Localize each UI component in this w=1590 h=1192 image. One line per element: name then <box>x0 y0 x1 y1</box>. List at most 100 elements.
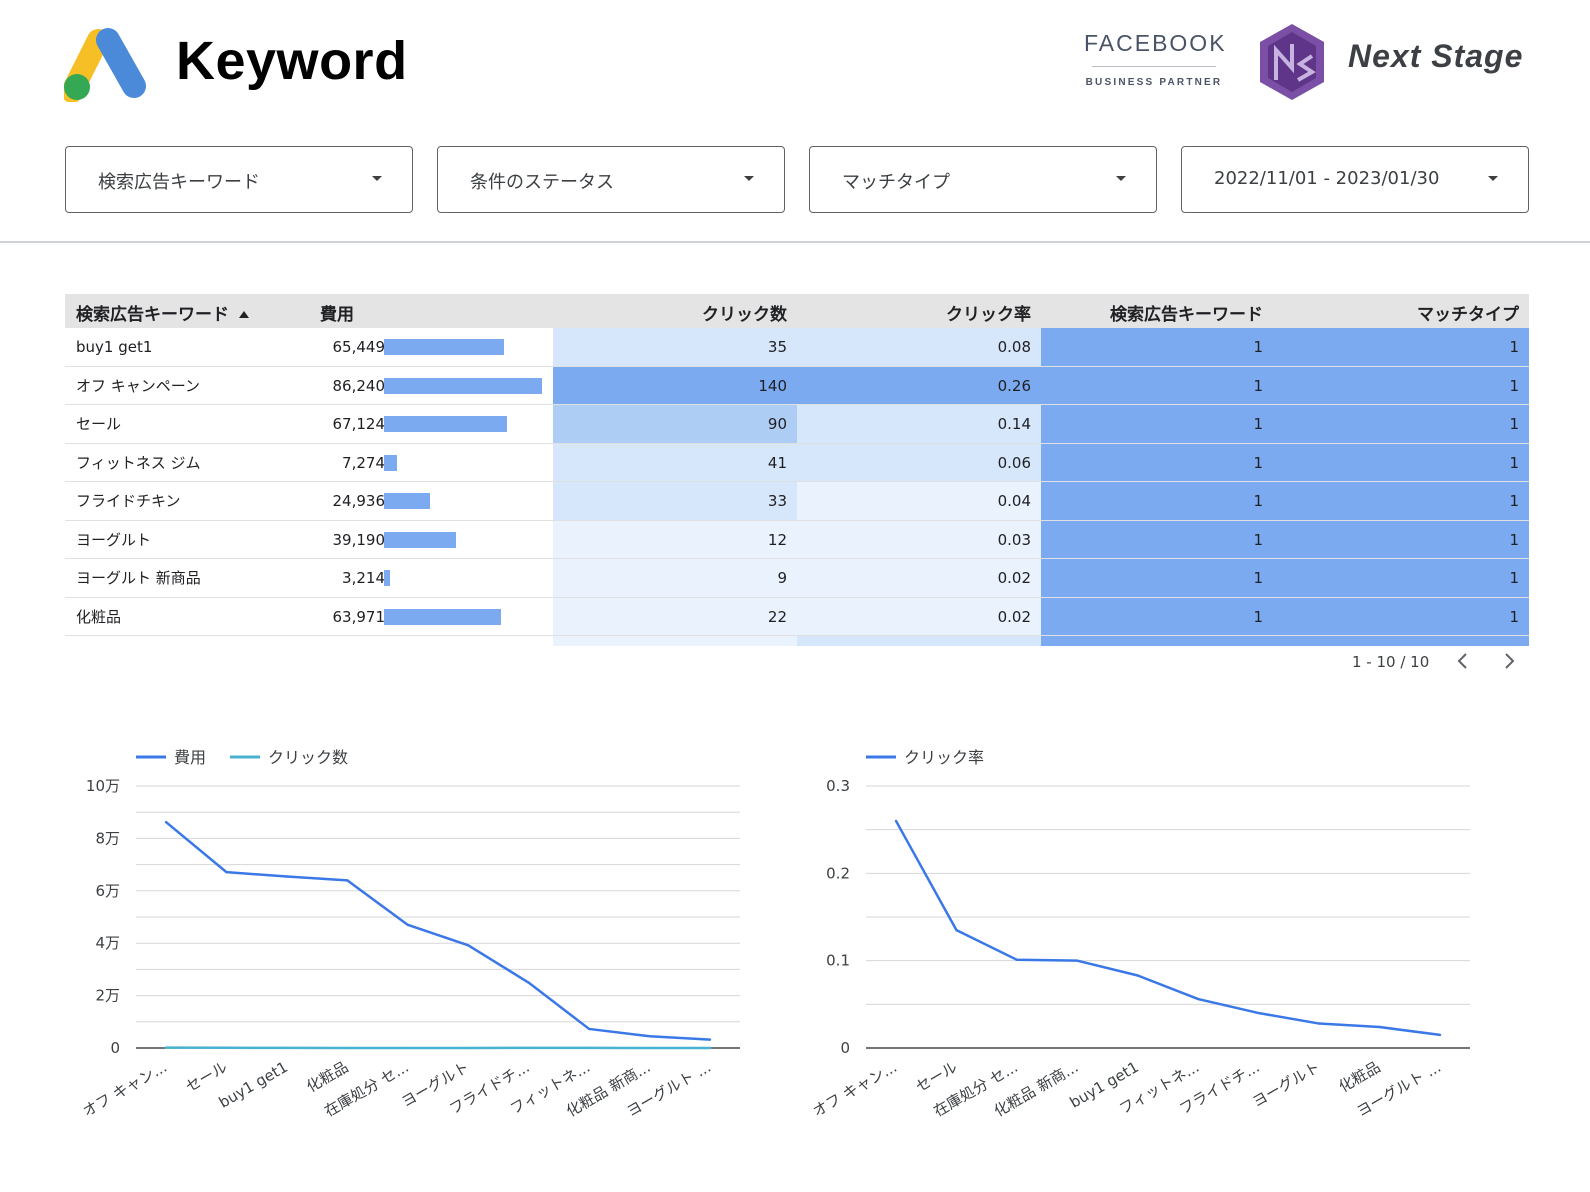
data-point[interactable] <box>708 1046 712 1050</box>
series-line[interactable] <box>894 820 1441 1037</box>
keyword-filter-label: 検索広告キーワード <box>98 172 260 193</box>
column-header-cost[interactable]: 費用 <box>320 300 354 325</box>
data-point[interactable] <box>1076 959 1079 962</box>
data-point[interactable] <box>406 923 409 927</box>
data-point[interactable] <box>527 1046 530 1050</box>
y-tick-label: 4万 <box>95 934 120 952</box>
match-type-cell: 1 <box>1285 559 1529 597</box>
ctr-cell: 0.04 <box>797 482 1041 520</box>
data-point[interactable] <box>225 870 228 874</box>
match-type-cell: 1 <box>1285 328 1529 366</box>
keyword-count-cell: 1 <box>1041 482 1285 520</box>
cost-bar <box>384 570 390 586</box>
next-page-icon[interactable] <box>1498 650 1520 672</box>
table-row[interactable]: セール 67,124 90 0.14 1 1 <box>65 405 1529 444</box>
company-name: Next Stage <box>1348 38 1524 74</box>
cost-bar <box>384 339 504 355</box>
keyword-cell: 化粧品 <box>76 607 122 626</box>
legend-label: 費用 <box>174 748 206 767</box>
keyword-count-cell: 1 <box>1041 328 1285 366</box>
cost-bar <box>384 377 542 394</box>
cost-cell: 65,449 <box>332 338 386 356</box>
date-range-picker[interactable]: 2022/11/01 - 2023/01/30 <box>1181 146 1529 213</box>
caret-down-icon <box>744 176 754 181</box>
legend-item[interactable]: クリック数 <box>230 748 348 767</box>
data-point[interactable] <box>467 1046 470 1050</box>
table-row[interactable]: フライドチキン 24,936 33 0.04 1 1 <box>65 482 1529 521</box>
data-point[interactable] <box>1015 958 1019 961</box>
x-tick-label: セール <box>912 1058 960 1096</box>
data-point[interactable] <box>164 820 168 824</box>
data-point[interactable] <box>648 1046 651 1050</box>
y-tick-label: 0 <box>840 1039 850 1057</box>
data-point[interactable] <box>1197 997 1200 1001</box>
match-type-filter-label: マッチタイプ <box>842 172 950 193</box>
table-row[interactable]: ヨーグルト 39,190 12 0.03 1 1 <box>65 520 1529 559</box>
partner-divider <box>1092 66 1216 67</box>
x-tick-label: オフ キャン... <box>80 1058 170 1121</box>
caret-down-icon <box>1488 176 1498 181</box>
data-point[interactable] <box>346 1046 349 1050</box>
keyword-count-cell: 1 <box>1041 520 1285 558</box>
data-point[interactable] <box>285 875 289 878</box>
column-header-clicks[interactable]: クリック数 <box>553 300 797 325</box>
match-type-cell: 1 <box>1285 482 1529 520</box>
keyword-filter-dropdown[interactable]: 検索広告キーワード <box>65 146 413 213</box>
series-line[interactable] <box>165 821 711 1041</box>
table-row[interactable]: フィットネス ジム 7,274 41 0.06 1 1 <box>65 443 1529 482</box>
ctr-cell: 0.08 <box>797 328 1041 366</box>
ctr-cell: 0.02 <box>797 559 1041 597</box>
column-header-match-type[interactable]: マッチタイプ <box>1285 300 1529 325</box>
caret-down-icon <box>1116 176 1126 181</box>
table-row[interactable]: 化粧品 63,971 22 0.02 1 1 <box>65 597 1529 636</box>
y-tick-label: 10万 <box>86 777 120 795</box>
data-point[interactable] <box>1438 1033 1442 1037</box>
match-type-filter-dropdown[interactable]: マッチタイプ <box>809 146 1157 213</box>
data-point[interactable] <box>1136 974 1139 977</box>
match-type-cell: 1 <box>1285 520 1529 558</box>
clicks-cell: 41 <box>553 443 797 481</box>
data-point[interactable] <box>587 1027 591 1031</box>
ctr-cell: 0.06 <box>797 443 1041 481</box>
legend-label: クリック率 <box>904 748 984 767</box>
table-row[interactable]: buy1 get1 65,449 35 0.08 1 1 <box>65 328 1529 367</box>
data-point[interactable] <box>1257 1011 1260 1015</box>
match-type-cell: 1 <box>1285 443 1529 481</box>
data-point[interactable] <box>1317 1022 1321 1025</box>
column-header-keyword[interactable]: 検索広告キーワード <box>76 300 249 325</box>
data-point[interactable] <box>467 944 470 947</box>
ctr-cell: 0.26 <box>797 366 1041 404</box>
y-tick-label: 0 <box>110 1039 120 1057</box>
match-type-cell: 1 <box>1285 597 1529 635</box>
section-divider <box>0 241 1590 243</box>
sort-ascending-icon[interactable] <box>239 311 249 318</box>
column-header-keyword-count[interactable]: 検索広告キーワード <box>1041 300 1285 325</box>
column-header-ctr[interactable]: クリック率 <box>797 300 1041 325</box>
data-point[interactable] <box>164 1046 168 1049</box>
cost-cell: 24,936 <box>332 492 386 510</box>
data-point[interactable] <box>225 1046 228 1049</box>
data-point[interactable] <box>285 1046 289 1050</box>
data-point[interactable] <box>527 981 530 984</box>
data-point[interactable] <box>955 928 958 932</box>
y-tick-label: 0.3 <box>826 777 850 795</box>
table-row[interactable]: ヨーグルト 新商品 3,214 9 0.02 1 1 <box>65 559 1529 598</box>
data-point[interactable] <box>708 1038 712 1041</box>
data-point[interactable] <box>1378 1025 1381 1029</box>
previous-page-icon[interactable] <box>1452 650 1474 672</box>
data-point[interactable] <box>587 1046 591 1050</box>
table-row[interactable]: オフ キャンペーン 86,240 140 0.26 1 1 <box>65 366 1529 405</box>
data-point[interactable] <box>346 879 349 882</box>
keyword-cell: フィットネス ジム <box>76 453 201 472</box>
cost-bar <box>384 531 456 548</box>
x-tick-label: 化粧品 <box>1336 1058 1384 1096</box>
data-point[interactable] <box>894 819 898 823</box>
legend-item[interactable]: クリック率 <box>866 748 984 767</box>
caret-down-icon <box>372 176 382 181</box>
status-filter-label: 条件のステータス <box>470 172 614 193</box>
data-point[interactable] <box>406 1046 409 1050</box>
legend-item[interactable]: 費用 <box>136 748 206 767</box>
keyword-table: 検索広告キーワード 費用 クリック数 クリック率 検索広告キーワード マッチタイ… <box>65 294 1529 646</box>
data-point[interactable] <box>648 1035 651 1038</box>
status-filter-dropdown[interactable]: 条件のステータス <box>437 146 785 213</box>
